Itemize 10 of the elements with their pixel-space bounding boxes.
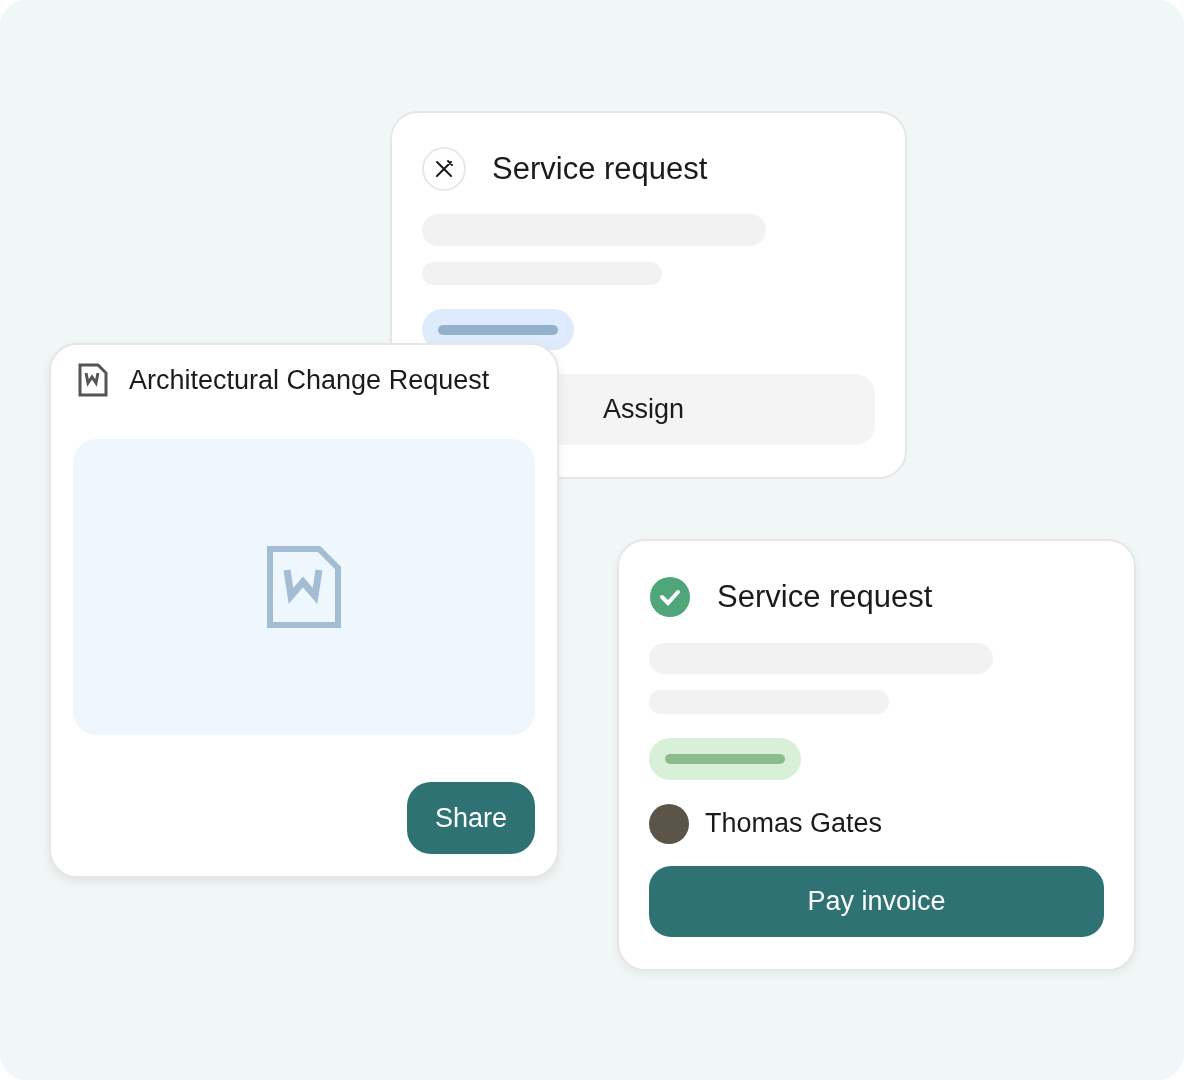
share-button[interactable]: Share	[407, 782, 535, 854]
card-title: Architectural Change Request	[129, 364, 490, 396]
card-title: Service request	[492, 150, 708, 187]
avatar	[649, 803, 689, 844]
pay-invoice-button[interactable]: Pay invoice	[649, 865, 1104, 937]
document-icon	[77, 363, 109, 397]
card-title: Service request	[717, 578, 933, 615]
assignee-name: Thomas Gates	[705, 808, 883, 840]
assign-button[interactable]: Assign	[559, 374, 875, 445]
document-icon	[267, 546, 341, 628]
